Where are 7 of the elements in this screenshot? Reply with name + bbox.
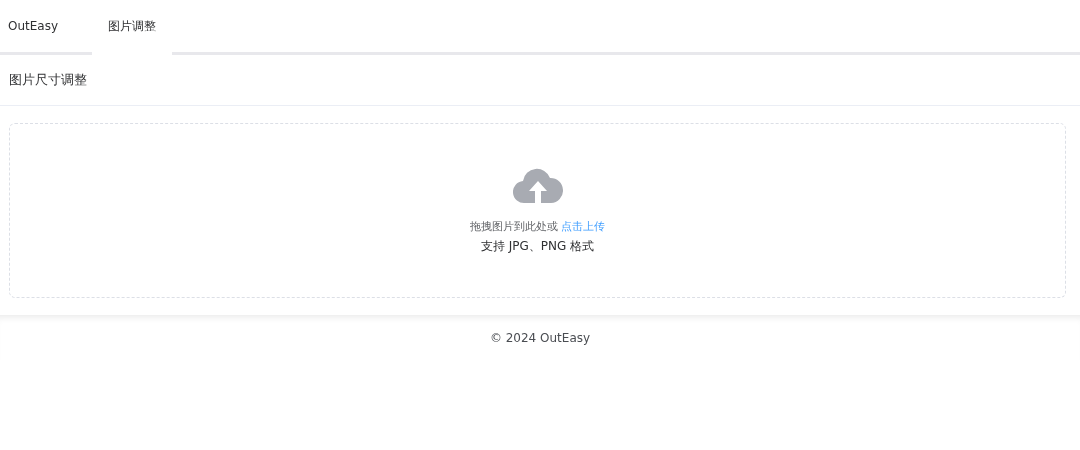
logo: OutEasy	[7, 18, 60, 35]
upload-prompt: 拖拽图片到此处或 点击上传	[469, 218, 606, 234]
card-title: 图片尺寸调整	[0, 55, 1080, 106]
copyright-text: © 2024 OutEasy	[489, 331, 591, 345]
format-hint: 支持 JPG、PNG 格式	[480, 237, 595, 255]
upload-dropzone[interactable]: 拖拽图片到此处或 点击上传 支持 JPG、PNG 格式	[9, 123, 1066, 298]
upload-cloud-icon	[512, 166, 563, 205]
